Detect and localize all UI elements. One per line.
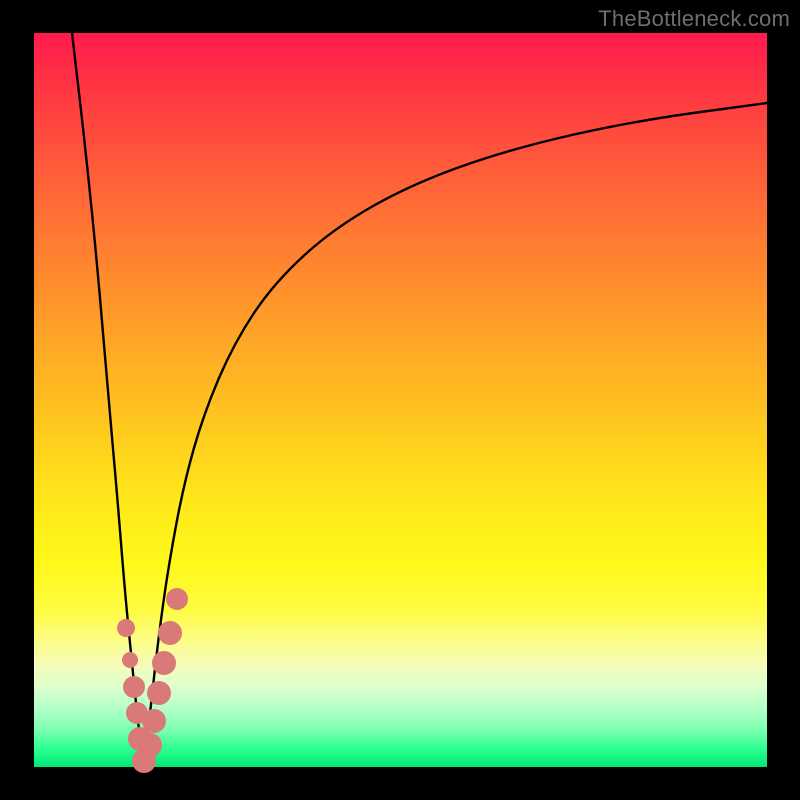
curve-right-branch bbox=[144, 103, 767, 767]
dip-marker bbox=[117, 619, 135, 637]
dip-marker bbox=[147, 681, 171, 705]
watermark-text: TheBottleneck.com bbox=[598, 6, 790, 32]
dip-marker bbox=[142, 709, 166, 733]
plot-area bbox=[34, 33, 767, 767]
dip-marker bbox=[158, 621, 182, 645]
plot-svg bbox=[34, 33, 767, 767]
dip-marker bbox=[152, 651, 176, 675]
dip-marker bbox=[138, 733, 162, 757]
dip-marker bbox=[166, 588, 188, 610]
dip-marker bbox=[123, 676, 145, 698]
dip-marker bbox=[122, 652, 138, 668]
chart-frame: TheBottleneck.com bbox=[0, 0, 800, 800]
